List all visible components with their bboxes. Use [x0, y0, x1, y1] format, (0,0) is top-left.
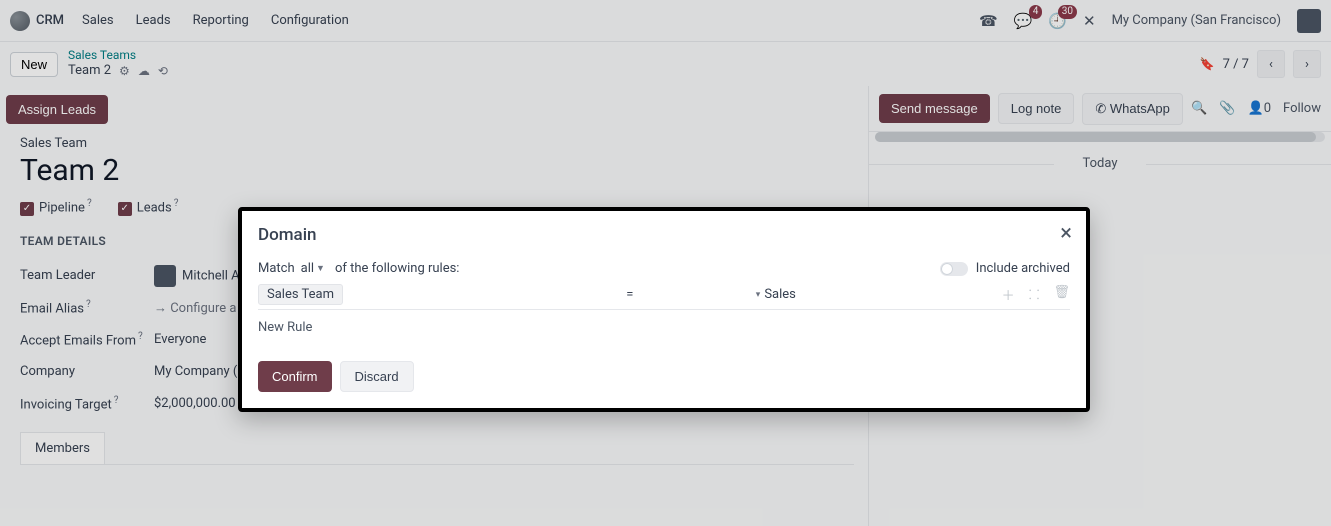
match-suffix: of the following rules: — [335, 261, 459, 276]
chevron-down-icon[interactable]: ▾ — [756, 290, 761, 300]
discard-button[interactable]: Discard — [340, 361, 414, 392]
domain-modal: × Domain Match all▼ of the following rul… — [238, 207, 1090, 412]
rule-operator-select[interactable]: = — [626, 287, 633, 302]
match-mode-dropdown[interactable]: all▼ — [299, 261, 331, 276]
confirm-button[interactable]: Confirm — [258, 361, 332, 392]
rule-value-select[interactable]: Sales — [764, 287, 796, 302]
rule-delete-icon[interactable]: 🗑 — [1053, 285, 1070, 304]
modal-title: Domain — [258, 225, 1070, 245]
new-rule-button[interactable]: New Rule — [258, 320, 1070, 335]
match-prefix: Match — [258, 261, 295, 276]
include-archived-label: Include archived — [976, 261, 1070, 276]
rule-row: Sales Team = ▾Sales ＋ ⸬ 🗑 — [258, 284, 1070, 310]
close-icon[interactable]: × — [1060, 221, 1072, 246]
rule-branch-icon[interactable]: ⸬ — [1029, 285, 1040, 304]
include-archived-toggle[interactable] — [940, 262, 968, 276]
rule-add-icon[interactable]: ＋ — [1002, 285, 1015, 304]
rule-field-select[interactable]: Sales Team — [258, 284, 343, 305]
